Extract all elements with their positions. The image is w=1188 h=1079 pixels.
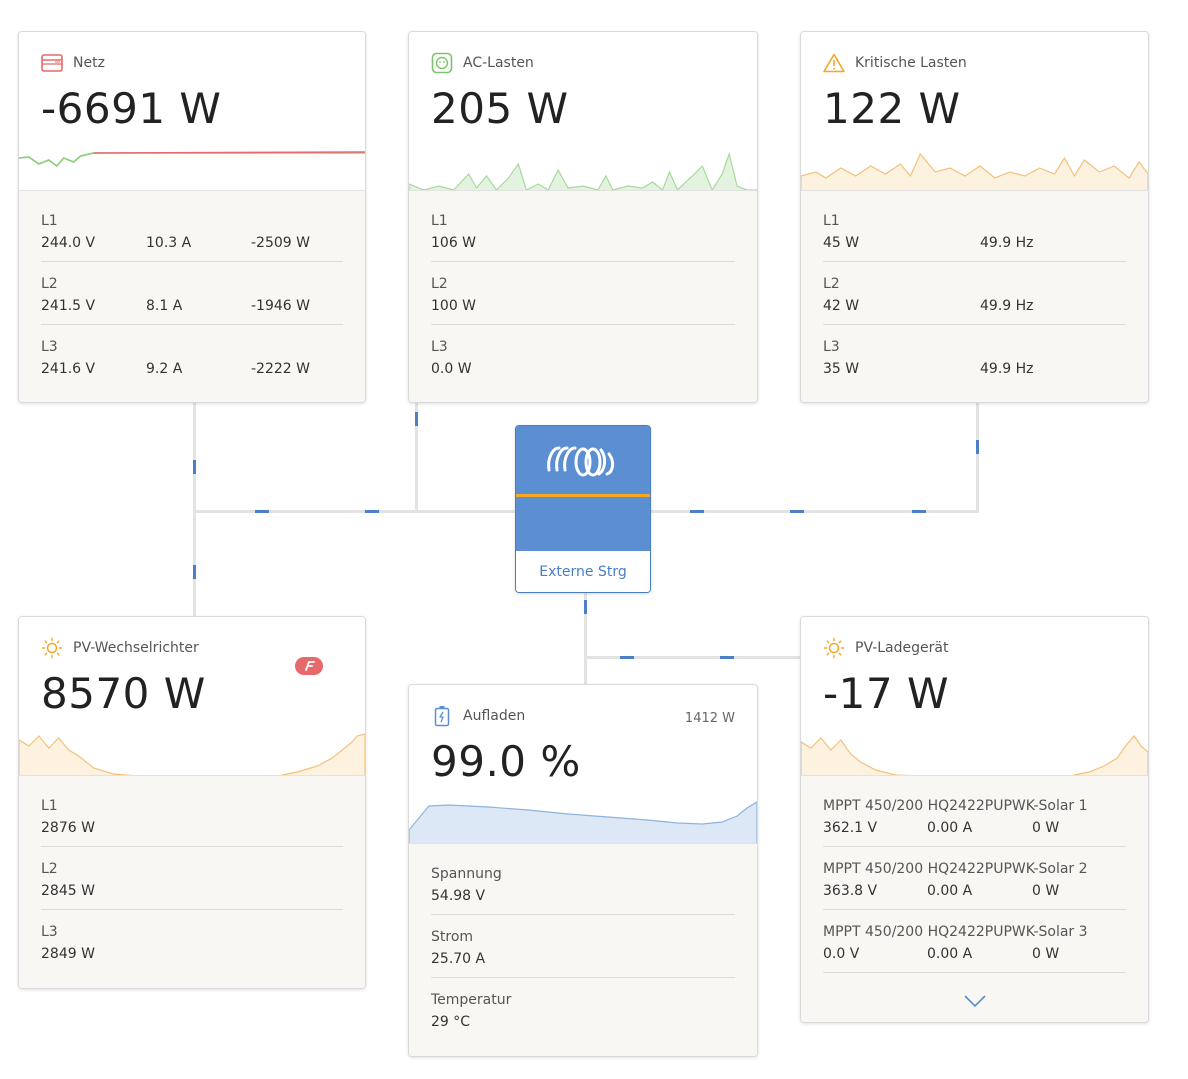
pv-wechselrichter-sparkline	[19, 732, 365, 777]
battery-row-current: Strom 25.70 A	[431, 915, 735, 978]
pv-ladegeraet-value: -17 W	[823, 669, 949, 718]
netz-header: Netz	[41, 52, 105, 74]
pv-ladegeraet-row-1: MPPT 450/200 HQ2422PUPWK-Solar 1 362.1 V…	[823, 784, 1126, 847]
netz-value: -6691 W	[41, 84, 222, 133]
inverter-card[interactable]: Externe Strg	[515, 425, 651, 593]
victron-logo	[516, 426, 650, 494]
netz-sparkline	[19, 146, 365, 191]
battery-soc: 99.0 %	[431, 737, 581, 786]
pv-wechselrichter-card[interactable]: PV-Wechselrichter 8570 W L1 2876 W L2 28…	[18, 616, 366, 989]
ac-lasten-card[interactable]: AC-Lasten 205 W L1 106 W L2 100 W L3 0.0…	[408, 31, 758, 403]
grid-icon	[41, 52, 63, 74]
kritische-lasten-value: 122 W	[823, 84, 961, 133]
flow-dot	[584, 600, 587, 614]
pv-wechselrichter-header: PV-Wechselrichter	[41, 637, 199, 659]
ac-lasten-sparkline	[409, 146, 757, 191]
kritische-lasten-title: Kritische Lasten	[855, 55, 967, 71]
flow-dot	[415, 412, 418, 426]
netz-row-l2: L2 241.5 V 8.1 A -1946 W	[41, 262, 343, 325]
pv-wechselrichter-row-l1: L1 2876 W	[41, 784, 343, 847]
battery-row-voltage: Spannung 54.98 V	[431, 852, 735, 915]
kritische-lasten-row-l1: L1 45 W 49.9 Hz	[823, 199, 1126, 262]
flow-dot	[255, 510, 269, 513]
pv-wechselrichter-value: 8570 W	[41, 669, 206, 718]
battery-title: Aufladen	[463, 708, 526, 724]
kritische-lasten-card[interactable]: Kritische Lasten 122 W L1 45 W 49.9 Hz L…	[800, 31, 1149, 403]
pv-ladegeraet-row-2: MPPT 450/200 HQ2422PUPWK-Solar 2 363.8 V…	[823, 847, 1126, 910]
sun-icon	[823, 637, 845, 659]
netz-card[interactable]: Netz -6691 W L1 244.0 V 10.3 A -2509 W L…	[18, 31, 366, 403]
flow-dot	[720, 656, 734, 659]
battery-power: 1412 W	[684, 711, 735, 726]
pv-ladegeraet-header: PV-Ladegerät	[823, 637, 948, 659]
battery-header: Aufladen	[431, 705, 525, 727]
ac-lasten-title: AC-Lasten	[463, 55, 534, 71]
pv-wechselrichter-row-l2: L2 2845 W	[41, 847, 343, 910]
inverter-body	[516, 497, 650, 551]
flow-dot	[193, 460, 196, 474]
kritische-lasten-row-l2: L2 42 W 49.9 Hz	[823, 262, 1126, 325]
warning-icon	[823, 52, 845, 74]
connector-bus-left	[193, 510, 516, 513]
connector-kritische	[976, 402, 979, 512]
netz-row-l1: L1 244.0 V 10.3 A -2509 W	[41, 199, 343, 262]
ac-lasten-row-l2: L2 100 W	[431, 262, 735, 325]
ac-lasten-header: AC-Lasten	[431, 52, 534, 74]
fronius-badge-icon	[295, 657, 323, 675]
flow-dot	[790, 510, 804, 513]
netz-title: Netz	[73, 55, 105, 71]
pv-ladegeraet-sparkline	[801, 732, 1148, 777]
flow-dot	[193, 565, 196, 579]
flow-dot	[912, 510, 926, 513]
inverter-mode-label: Externe Strg	[516, 551, 650, 592]
flow-dot	[620, 656, 634, 659]
netz-row-l3: L3 241.6 V 9.2 A -2222 W	[41, 339, 310, 377]
kritische-lasten-sparkline	[801, 146, 1148, 191]
sun-icon	[41, 637, 63, 659]
flow-dot	[690, 510, 704, 513]
pv-ladegeraet-title: PV-Ladegerät	[855, 640, 949, 656]
outlet-icon	[431, 52, 453, 74]
pv-wechselrichter-title: PV-Wechselrichter	[73, 640, 199, 656]
battery-row-temperature: Temperatur 29 °C	[431, 992, 512, 1030]
flow-dot	[365, 510, 379, 513]
pv-ladegeraet-row-3: MPPT 450/200 HQ2422PUPWK-Solar 3 0.0 V 0…	[823, 910, 1126, 973]
ac-lasten-value: 205 W	[431, 84, 569, 133]
kritische-lasten-row-l3: L3 35 W 49.9 Hz	[823, 339, 1034, 377]
battery-icon	[431, 705, 453, 727]
kritische-lasten-header: Kritische Lasten	[823, 52, 967, 74]
flow-dot	[976, 440, 979, 454]
pv-wechselrichter-row-l3: L3 2849 W	[41, 924, 95, 962]
pv-ladegeraet-card[interactable]: PV-Ladegerät -17 W MPPT 450/200 HQ2422PU…	[800, 616, 1149, 1023]
battery-sparkline	[409, 800, 757, 845]
battery-card[interactable]: Aufladen 1412 W 99.0 % Spannung 54.98 V …	[408, 684, 758, 1057]
connector-pv-charger	[584, 656, 800, 659]
chevron-down-icon[interactable]	[963, 993, 987, 1012]
ac-lasten-row-l3: L3 0.0 W	[431, 339, 472, 377]
ac-lasten-row-l1: L1 106 W	[431, 199, 735, 262]
